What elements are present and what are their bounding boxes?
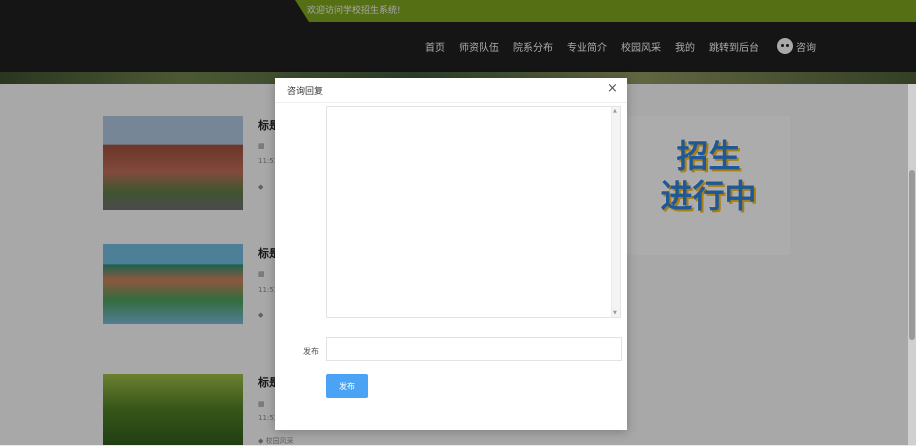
scroll-up-icon[interactable]: ▲ — [613, 108, 617, 114]
publish-input[interactable] — [326, 337, 622, 361]
consult-reply-dialog: 咨询回复 × ▲ ▼ 发布 发布 — [275, 78, 627, 430]
submit-button[interactable]: 发布 — [326, 374, 368, 398]
textarea-scrollbar[interactable]: ▲ ▼ — [611, 107, 620, 317]
reply-textarea[interactable]: ▲ ▼ — [326, 106, 621, 318]
publish-label: 发布 — [303, 347, 319, 356]
close-icon[interactable]: × — [607, 82, 618, 96]
page-scrollbar-thumb[interactable] — [909, 170, 915, 340]
scroll-down-icon[interactable]: ▼ — [613, 310, 617, 316]
page: 欢迎访问学校招生系统! 首页 师资队伍 院系分布 专业简介 校园风采 我的 跳转… — [0, 0, 916, 445]
dialog-header: 咨询回复 × — [275, 78, 627, 103]
dialog-title: 咨询回复 — [287, 87, 324, 97]
